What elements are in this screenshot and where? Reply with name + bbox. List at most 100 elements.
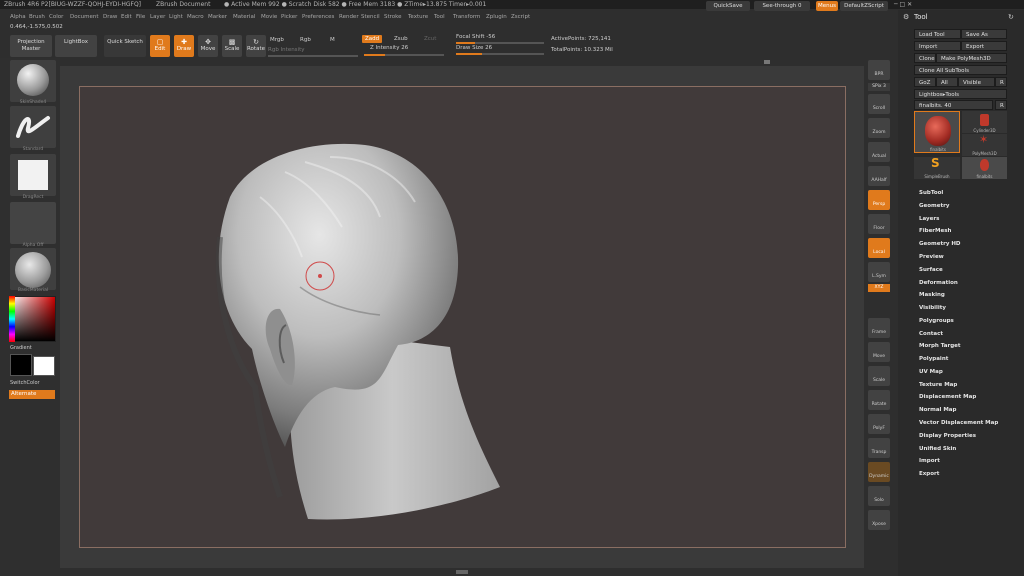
z-intensity-slider[interactable]: Z Intensity 26 — [370, 45, 408, 51]
tool-item-normal-map[interactable]: Normal Map — [919, 407, 956, 413]
tool-thumb-simplebrush[interactable]: S SimpleBrush — [914, 157, 960, 179]
goz-r-button[interactable]: R — [995, 77, 1007, 87]
document-collapse-handle[interactable] — [764, 60, 770, 64]
lightbox-tools-button[interactable]: Lightbox▸Tools — [914, 89, 1007, 99]
draw-size-slider[interactable]: Draw Size 26 — [456, 45, 492, 51]
make-polymesh-button[interactable]: Make PolyMesh3D — [936, 53, 1007, 63]
lsym-button[interactable]: L.Sym — [868, 262, 890, 282]
tool-item-geometry-hd[interactable]: Geometry HD — [919, 241, 961, 247]
tool-item-layers[interactable]: Layers — [919, 216, 939, 222]
alpha-thumbnail[interactable] — [10, 202, 56, 244]
tool-item-geometry[interactable]: Geometry — [919, 203, 949, 209]
menu-item-texture[interactable]: Texture — [408, 12, 428, 22]
window-controls-icon[interactable]: ─ □ ✕ — [894, 1, 912, 8]
dynamic-button[interactable]: Dynamic — [868, 462, 890, 482]
rgb-intensity-track[interactable] — [268, 55, 358, 57]
menu-item-tool[interactable]: Tool — [434, 12, 445, 22]
floor-button[interactable]: Floor — [868, 214, 890, 234]
persp-button[interactable]: Persp — [868, 190, 890, 210]
focal-shift-track[interactable] — [456, 42, 544, 44]
move-view-button[interactable]: Move — [868, 342, 890, 362]
menu-item-brush[interactable]: Brush — [29, 12, 45, 22]
menu-item-zplugin[interactable]: Zplugin — [486, 12, 507, 22]
menu-item-color[interactable]: Color — [49, 12, 63, 22]
spix-slider[interactable]: SPix 3 — [868, 83, 890, 91]
tool-item-unified-skin[interactable]: Unified Skin — [919, 446, 956, 452]
bottom-tray-handle[interactable] — [456, 570, 468, 574]
goz-button[interactable]: GoZ — [914, 77, 936, 87]
zcut-toggle[interactable]: Zcut — [424, 36, 436, 42]
projection-master-button[interactable]: Projection Master — [10, 35, 52, 57]
clone-all-subtools-button[interactable]: Clone All SubTools — [914, 65, 1007, 75]
frame-button[interactable]: Frame — [868, 318, 890, 338]
rgb-intensity-slider[interactable]: Rgb Intensity — [268, 47, 305, 53]
color-picker[interactable] — [10, 296, 56, 342]
tool-thumb-cylinder3d[interactable]: Cylinder3D — [962, 111, 1007, 133]
tool-thumb-finalbits[interactable]: finalbits — [914, 111, 960, 153]
tool-item-polypaint[interactable]: Polypaint — [919, 356, 948, 362]
tool-item-surface[interactable]: Surface — [919, 267, 943, 273]
import-button[interactable]: Import — [914, 41, 961, 51]
zadd-toggle[interactable]: Zadd — [362, 35, 383, 43]
hue-strip[interactable] — [9, 296, 15, 342]
tool-item-import[interactable]: Import — [919, 458, 940, 464]
menu-item-picker[interactable]: Picker — [281, 12, 297, 22]
rotate-button[interactable]: ↻ Rotate — [246, 35, 266, 57]
zoom-button[interactable]: Zoom — [868, 118, 890, 138]
scale-view-button[interactable]: Scale — [868, 366, 890, 386]
tool-item-preview[interactable]: Preview — [919, 254, 944, 260]
tool-item-uv-map[interactable]: UV Map — [919, 369, 943, 375]
goz-visible-button[interactable]: Visible — [958, 77, 995, 87]
menu-item-macro[interactable]: Macro — [187, 12, 204, 22]
draw-size-track[interactable] — [456, 53, 544, 55]
current-tool-r-button[interactable]: R — [995, 100, 1007, 110]
alternate-button[interactable]: Alternate — [9, 390, 55, 399]
actual-button[interactable]: Actual — [868, 142, 890, 162]
current-tool-slider[interactable]: finalbits. 40 — [914, 100, 993, 110]
xyz-button[interactable]: XYZ — [868, 284, 890, 292]
texture-thumbnail[interactable] — [10, 248, 56, 290]
switch-color-button[interactable]: SwitchColor — [10, 380, 40, 386]
rotate-view-button[interactable]: Rotate — [868, 390, 890, 410]
quicksave-button[interactable]: QuickSave — [706, 1, 750, 11]
menu-item-alpha[interactable]: Alpha — [10, 12, 26, 22]
menu-item-material[interactable]: Material — [233, 12, 255, 22]
menu-item-movie[interactable]: Movie — [261, 12, 277, 22]
move-button[interactable]: ✥ Move — [198, 35, 218, 57]
load-tool-button[interactable]: Load Tool — [914, 29, 961, 39]
menus-button[interactable]: Menus — [816, 1, 838, 11]
palette-refresh-icon[interactable]: ↻ — [1008, 13, 1014, 21]
tool-item-subtool[interactable]: SubTool — [919, 190, 943, 196]
viewport-canvas[interactable] — [79, 86, 846, 548]
tool-item-deformation[interactable]: Deformation — [919, 280, 958, 286]
transp-button[interactable]: Transp — [868, 438, 890, 458]
menu-item-document[interactable]: Document — [70, 12, 99, 22]
save-as-button[interactable]: Save As — [961, 29, 1007, 39]
material-thumbnail[interactable] — [10, 60, 56, 102]
scroll-button[interactable]: Scroll — [868, 94, 890, 114]
tool-item-displacement-map[interactable]: Displacement Map — [919, 394, 976, 400]
secondary-color-swatch[interactable] — [33, 356, 55, 376]
tool-item-fibermesh[interactable]: FiberMesh — [919, 228, 951, 234]
menu-item-edit[interactable]: Edit — [121, 12, 132, 22]
stroke-thumbnail[interactable] — [10, 154, 56, 196]
tool-thumb-polymesh3d[interactable]: ✶ PolyMesh3D — [962, 134, 1007, 156]
menu-item-stroke[interactable]: Stroke — [384, 12, 402, 22]
tool-item-texture-map[interactable]: Texture Map — [919, 382, 957, 388]
m-toggle[interactable]: M — [330, 37, 335, 43]
menu-item-marker[interactable]: Marker — [208, 12, 227, 22]
menu-item-draw[interactable]: Draw — [103, 12, 117, 22]
lightbox-button[interactable]: LightBox — [55, 35, 97, 57]
default-zscript-button[interactable]: DefaultZScript — [840, 1, 888, 11]
menu-item-layer[interactable]: Layer — [150, 12, 165, 22]
polyf-button[interactable]: PolyF — [868, 414, 890, 434]
tool-item-contact[interactable]: Contact — [919, 331, 943, 337]
menu-item-transform[interactable]: Transform — [453, 12, 480, 22]
main-color-swatch[interactable] — [10, 354, 32, 376]
brush-thumbnail[interactable] — [10, 106, 56, 148]
clone-button[interactable]: Clone — [914, 53, 936, 63]
zsub-toggle[interactable]: Zsub — [394, 36, 408, 42]
tool-item-display-properties[interactable]: Display Properties — [919, 433, 976, 439]
menu-item-stencil[interactable]: Stencil — [361, 12, 380, 22]
tool-item-visibility[interactable]: Visibility — [919, 305, 946, 311]
